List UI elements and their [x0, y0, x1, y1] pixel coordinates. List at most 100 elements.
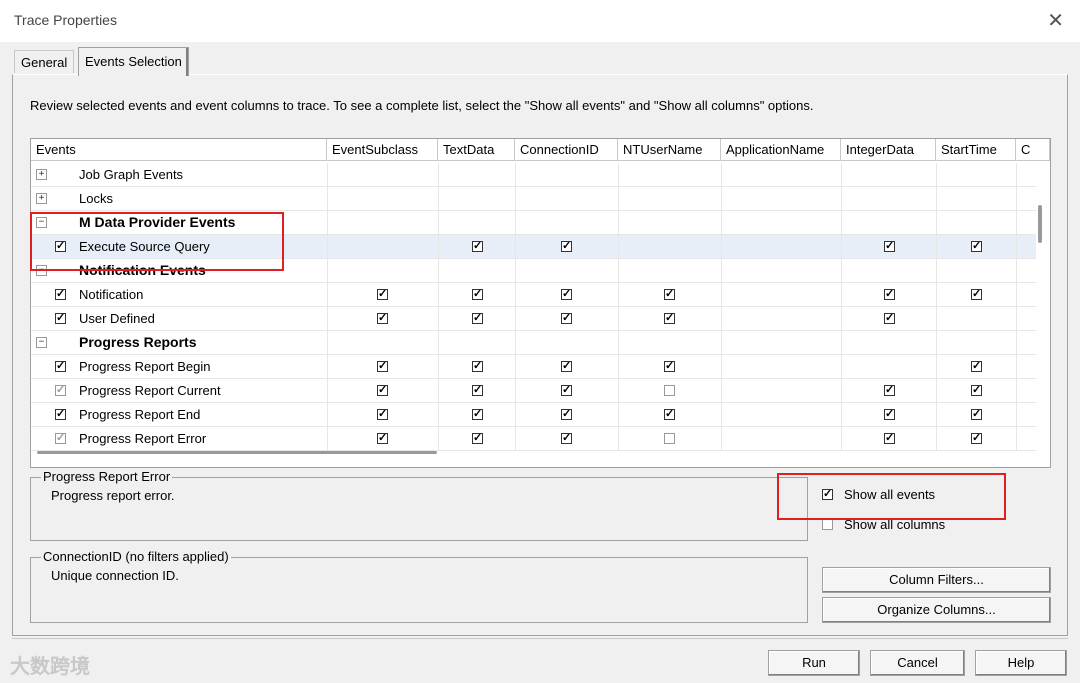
checkmark-icon[interactable]: ✓ [971, 289, 982, 300]
event-info-group: Progress Report Error Progress report er… [30, 469, 808, 541]
show-all-events-checkbox[interactable]: ✓ [822, 489, 833, 500]
checkmark-icon[interactable]: ✓ [884, 241, 895, 252]
minus-expander-icon[interactable]: − [36, 337, 47, 348]
checkmark-icon[interactable]: ✓ [884, 409, 895, 420]
checkmark-icon[interactable]: ✓ [884, 289, 895, 300]
checkmark-icon[interactable]: ✓ [561, 289, 572, 300]
event-category-row[interactable]: + Locks [31, 187, 1036, 211]
checkmark-icon[interactable]: ✓ [561, 385, 572, 396]
column-info-title: ConnectionID (no filters applied) [41, 549, 231, 564]
checkmark-icon[interactable]: ✓ [377, 409, 388, 420]
checkmark-icon[interactable]: ✓ [561, 241, 572, 252]
event-checkbox[interactable]: ✓ [55, 289, 66, 300]
column-header[interactable]: ApplicationName [721, 139, 841, 161]
event-checkbox[interactable]: ✓ [55, 433, 66, 444]
tab-events-selection[interactable]: Events Selection [78, 47, 189, 76]
column-header[interactable]: TextData [438, 139, 515, 161]
event-row[interactable]: ✓ Progress Report Current ✓ ✓ ✓ ✓ ✓ [31, 379, 1036, 403]
event-row[interactable]: ✓ Progress Report Begin ✓ ✓ ✓ ✓ ✓ [31, 355, 1036, 379]
horizontal-scrollbar[interactable] [37, 451, 437, 454]
checkmark-icon[interactable]: ✓ [561, 433, 572, 444]
checkmark-icon[interactable]: ✓ [664, 409, 675, 420]
cell-separator [618, 259, 619, 283]
cell-separator [841, 259, 842, 283]
checkmark-icon[interactable]: ✓ [472, 409, 483, 420]
column-header[interactable]: IntegerData [841, 139, 936, 161]
checkmark-icon[interactable]: ✓ [377, 385, 388, 396]
event-category-row[interactable]: − Progress Reports [31, 331, 1036, 355]
checkmark-icon[interactable]: ✓ [884, 433, 895, 444]
checkmark-icon[interactable]: ✓ [971, 361, 982, 372]
event-row[interactable]: ✓ User Defined ✓ ✓ ✓ ✓ ✓ [31, 307, 1036, 331]
organize-columns-button[interactable]: Organize Columns... [822, 597, 1051, 623]
cancel-button[interactable]: Cancel [870, 650, 965, 676]
checkmark-icon[interactable]: ✓ [971, 433, 982, 444]
checkmark-icon[interactable]: ✓ [971, 385, 982, 396]
checkmark-icon[interactable]: ✓ [561, 361, 572, 372]
cell-separator [327, 403, 328, 427]
checkmark-icon[interactable]: ✓ [472, 385, 483, 396]
vertical-scrollbar[interactable] [1038, 205, 1042, 243]
minus-expander-icon[interactable]: − [36, 217, 47, 228]
event-checkbox[interactable]: ✓ [55, 361, 66, 372]
checkmark-icon[interactable]: ✓ [884, 313, 895, 324]
description-text: Review selected events and event columns… [30, 98, 814, 113]
column-header[interactable]: StartTime [936, 139, 1016, 161]
event-row[interactable]: ✓ Progress Report Error ✓ ✓ ✓ ✓ ✓ [31, 427, 1036, 451]
checkmark-icon[interactable]: ✓ [884, 385, 895, 396]
checkmark-icon[interactable]: ✓ [472, 433, 483, 444]
cell-separator [721, 163, 722, 187]
tab-general[interactable]: General [14, 50, 75, 73]
column-header[interactable]: C [1016, 139, 1050, 161]
column-checkbox[interactable] [664, 385, 675, 396]
run-button[interactable]: Run [768, 650, 860, 676]
event-row[interactable]: ✓ Progress Report End ✓ ✓ ✓ ✓ ✓ ✓ [31, 403, 1036, 427]
event-checkbox[interactable]: ✓ [55, 241, 66, 252]
checkmark-icon[interactable]: ✓ [472, 361, 483, 372]
checkmark-icon[interactable]: ✓ [971, 241, 982, 252]
cell-separator [841, 379, 842, 403]
events-grid[interactable]: Events EventSubclass TextData ConnectionID N… [30, 138, 1051, 468]
cell-separator [841, 427, 842, 451]
event-category-row[interactable]: + Job Graph Events [31, 163, 1036, 187]
column-header[interactable]: ConnectionID [515, 139, 618, 161]
minus-expander-icon[interactable]: − [36, 265, 47, 276]
window-title: Trace Properties [14, 12, 117, 28]
column-filters-button[interactable]: Column Filters... [822, 567, 1051, 593]
cell-separator [1016, 235, 1017, 259]
show-all-columns-checkbox[interactable] [822, 519, 833, 530]
checkmark-icon[interactable]: ✓ [664, 289, 675, 300]
column-header[interactable]: Events [31, 139, 327, 161]
cell-separator [1016, 163, 1017, 187]
column-checkbox[interactable] [664, 433, 675, 444]
plus-expander-icon[interactable]: + [36, 193, 47, 204]
close-icon[interactable]: ✕ [1047, 8, 1064, 33]
checkmark-icon[interactable]: ✓ [377, 313, 388, 324]
checkmark-icon[interactable]: ✓ [664, 361, 675, 372]
checkmark-icon[interactable]: ✓ [472, 289, 483, 300]
checkmark-icon[interactable]: ✓ [377, 361, 388, 372]
event-category-row[interactable]: − M Data Provider Events [31, 211, 1036, 235]
cell-separator [618, 163, 619, 187]
column-header[interactable]: NTUserName [618, 139, 721, 161]
event-checkbox[interactable]: ✓ [55, 313, 66, 324]
checkmark-icon[interactable]: ✓ [561, 409, 572, 420]
checkmark-icon[interactable]: ✓ [377, 289, 388, 300]
cell-separator [841, 211, 842, 235]
event-checkbox[interactable]: ✓ [55, 385, 66, 396]
title-bar: Trace Properties ✕ [0, 0, 1080, 42]
checkmark-icon[interactable]: ✓ [377, 433, 388, 444]
cell-separator [438, 283, 439, 307]
event-category-row[interactable]: − Notification Events [31, 259, 1036, 283]
checkmark-icon[interactable]: ✓ [472, 241, 483, 252]
event-row[interactable]: ✓ Execute Source Query ✓ ✓ ✓ ✓ [31, 235, 1036, 259]
checkmark-icon[interactable]: ✓ [561, 313, 572, 324]
event-row[interactable]: ✓ Notification ✓ ✓ ✓ ✓ ✓ ✓ [31, 283, 1036, 307]
checkmark-icon[interactable]: ✓ [472, 313, 483, 324]
event-checkbox[interactable]: ✓ [55, 409, 66, 420]
column-header[interactable]: EventSubclass [327, 139, 438, 161]
plus-expander-icon[interactable]: + [36, 169, 47, 180]
checkmark-icon[interactable]: ✓ [664, 313, 675, 324]
checkmark-icon[interactable]: ✓ [971, 409, 982, 420]
help-button[interactable]: Help [975, 650, 1067, 676]
